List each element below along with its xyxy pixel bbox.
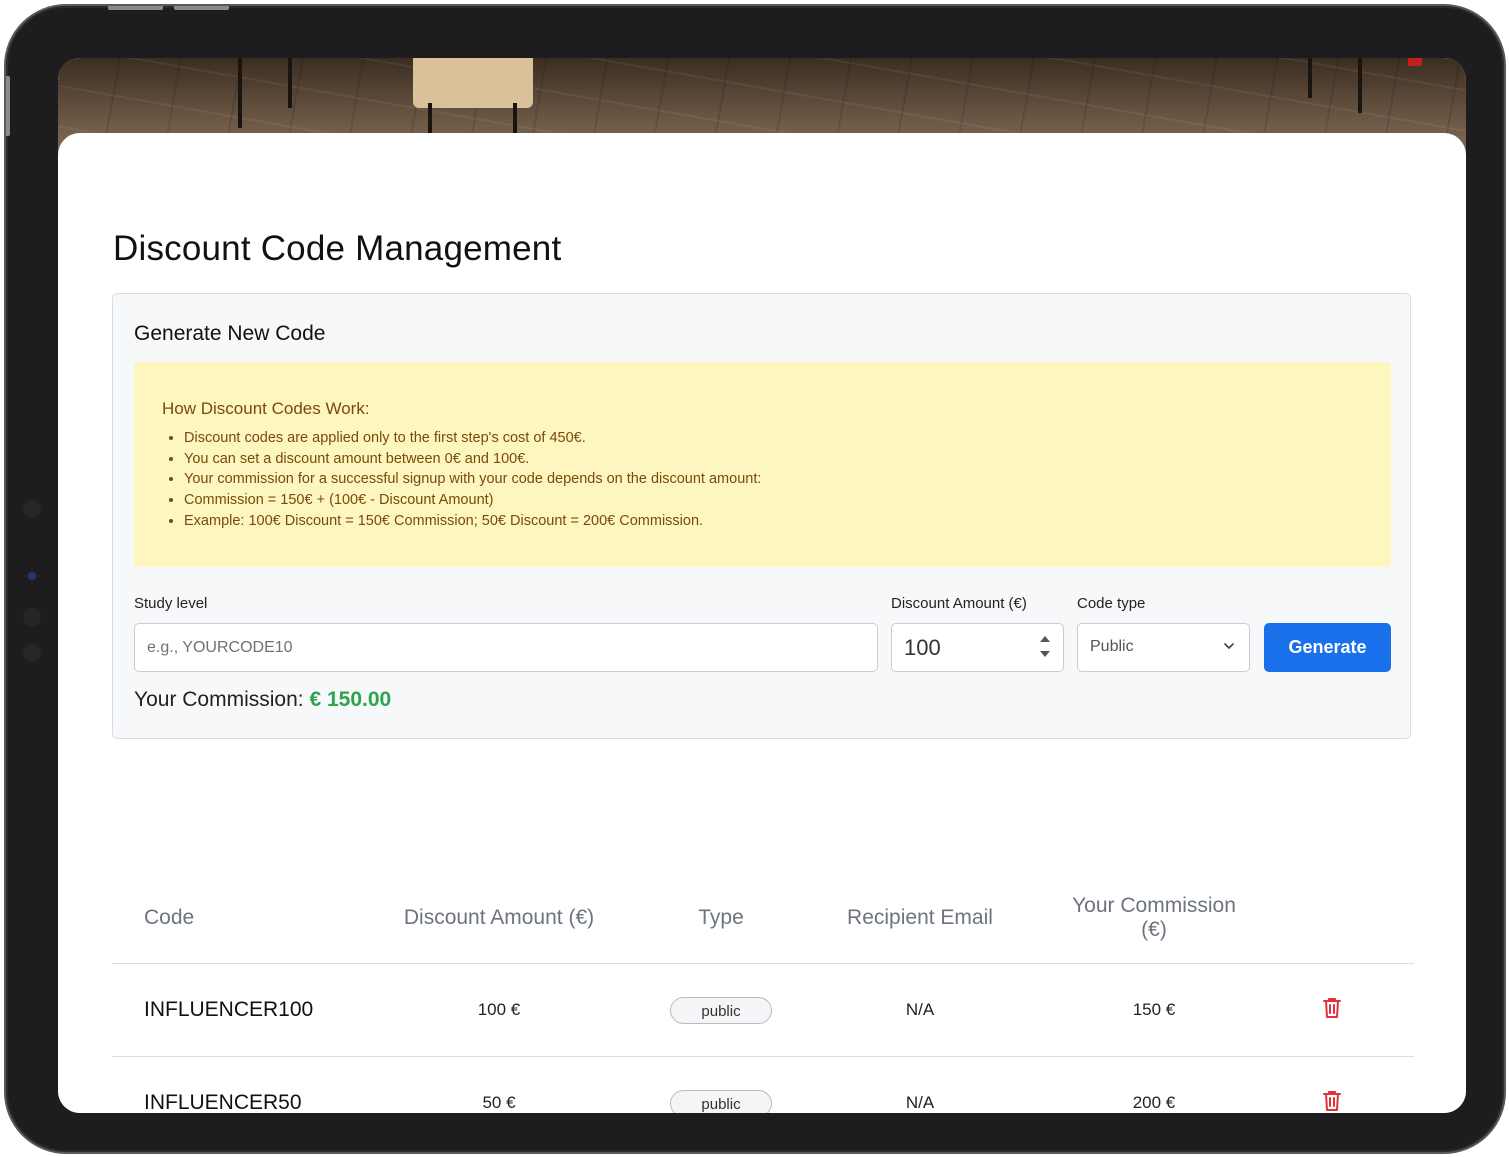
study-level-label: Study level: [134, 595, 208, 612]
commission-summary: Your Commission: € 150.00: [134, 688, 391, 712]
header-commission: Your Commission (€): [1058, 873, 1250, 964]
sensor-dot: [23, 644, 41, 662]
study-level-input[interactable]: [134, 623, 878, 672]
camera-icon: [28, 572, 36, 580]
email-cell: N/A: [782, 963, 1058, 1057]
type-cell: public: [660, 963, 782, 1057]
trash-icon[interactable]: [1322, 1090, 1342, 1112]
delete-button[interactable]: [1322, 997, 1342, 1022]
discount-amount-input[interactable]: 100: [891, 623, 1064, 672]
email-cell: N/A: [782, 1056, 1058, 1113]
commission-value: € 150.00: [309, 688, 392, 711]
type-badge: public: [670, 996, 772, 1024]
header-discount: Discount Amount (€): [338, 873, 660, 964]
info-box: How Discount Codes Work: Discount codes …: [134, 362, 1391, 567]
discount-cell: 50 €: [338, 1056, 660, 1113]
type-cell: public: [660, 1056, 782, 1113]
type-badge: public: [670, 1089, 772, 1113]
table-row: INFLUENCER100 100 € public N/A 150 €: [112, 963, 1414, 1057]
discount-amount-label: Discount Amount (€): [891, 595, 1027, 612]
spin-up-icon[interactable]: [1040, 636, 1050, 642]
commission-cell: 200 €: [1058, 1056, 1250, 1113]
header-type: Type: [660, 873, 782, 964]
discount-amount-value: 100: [904, 635, 941, 660]
delete-button[interactable]: [1322, 1090, 1342, 1114]
info-title: How Discount Codes Work:: [162, 399, 370, 418]
number-spinner[interactable]: [1039, 634, 1051, 662]
main-panel: Discount Code Management Generate New Co…: [58, 133, 1466, 1113]
chevron-down-icon: [1224, 643, 1234, 649]
code-type-select[interactable]: Public: [1077, 623, 1250, 672]
generate-code-card: Generate New Code How Discount Codes Wor…: [112, 293, 1411, 739]
codes-table: Code Discount Amount (€) Type Recipient …: [112, 873, 1414, 1113]
hero-table: [413, 58, 533, 108]
generate-button[interactable]: Generate: [1264, 623, 1391, 672]
header-code: Code: [112, 873, 338, 964]
info-item: You can set a discount amount between 0€…: [184, 449, 761, 470]
info-item: Discount codes are applied only to the f…: [184, 428, 761, 449]
info-item: Commission = 150€ + (100€ - Discount Amo…: [184, 490, 761, 511]
volume-button: [174, 6, 229, 10]
code-type-label: Code type: [1077, 595, 1146, 612]
discount-cell: 100 €: [338, 963, 660, 1057]
code-cell: INFLUENCER100: [112, 963, 338, 1057]
trash-icon[interactable]: [1322, 997, 1342, 1019]
info-list: Discount codes are applied only to the f…: [184, 428, 761, 532]
table-row: INFLUENCER50 50 € public N/A 200 €: [112, 1056, 1414, 1114]
code-type-value: Public: [1090, 638, 1134, 655]
header-actions: [1250, 873, 1414, 964]
volume-button: [108, 6, 163, 10]
header-recipient-email: Recipient Email: [782, 873, 1058, 964]
sensor-dot: [23, 500, 41, 518]
sensor-dot: [23, 608, 41, 626]
page-title: Discount Code Management: [113, 229, 562, 268]
actions-cell: [1250, 963, 1414, 1057]
code-cell: INFLUENCER50: [112, 1056, 338, 1113]
commission-cell: 150 €: [1058, 963, 1250, 1057]
side-button: [6, 76, 10, 136]
spin-down-icon[interactable]: [1040, 651, 1050, 657]
table-header-row: Code Discount Amount (€) Type Recipient …: [112, 873, 1414, 964]
screen: Discount Code Management Generate New Co…: [58, 58, 1466, 1113]
commission-label: Your Commission:: [134, 688, 304, 711]
actions-cell: [1250, 1056, 1414, 1114]
info-item: Your commission for a successful signup …: [184, 469, 761, 490]
card-title: Generate New Code: [134, 322, 326, 345]
info-item: Example: 100€ Discount = 150€ Commission…: [184, 511, 761, 532]
tablet-frame: Discount Code Management Generate New Co…: [4, 4, 1506, 1154]
